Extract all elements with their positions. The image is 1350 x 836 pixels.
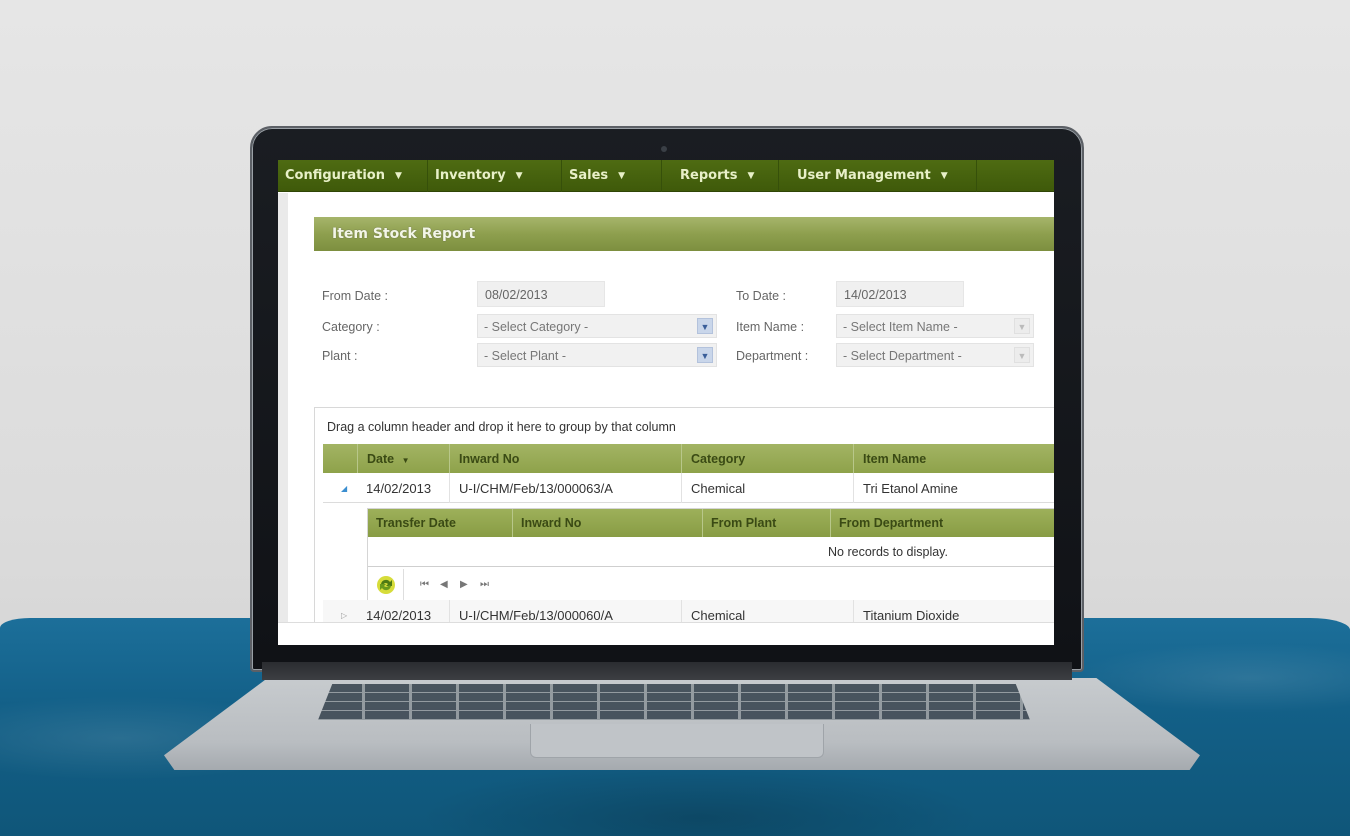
- column-header-from-plant[interactable]: From Plant: [702, 509, 830, 537]
- chevron-down-icon[interactable]: ▼: [697, 347, 713, 363]
- menu-label: Configuration: [285, 168, 385, 183]
- cell-item-name: Tri Etanol Amine: [853, 473, 1054, 503]
- chevron-down-icon[interactable]: ▼: [1014, 318, 1030, 334]
- menu-inventory[interactable]: Inventory ▼: [428, 160, 562, 192]
- from-date-label: From Date :: [322, 289, 388, 303]
- webcam-icon: [661, 146, 667, 152]
- to-date-input[interactable]: 14/02/2013: [836, 281, 964, 307]
- menu-configuration[interactable]: Configuration ▼: [278, 160, 428, 192]
- department-selected-value: - Select Department -: [843, 349, 962, 363]
- group-by-drop-zone[interactable]: Drag a column header and drop it here to…: [327, 420, 676, 434]
- last-page-icon[interactable]: ⏭: [480, 579, 489, 590]
- collapse-arrow-icon[interactable]: ▷: [341, 611, 347, 620]
- menu-sales[interactable]: Sales ▼: [562, 160, 662, 192]
- menu-label: User Management: [797, 168, 931, 183]
- laptop-hinge: [262, 662, 1072, 680]
- category-select[interactable]: - Select Category - ▼: [477, 314, 717, 338]
- caret-down-icon: ▼: [394, 170, 402, 181]
- table-row[interactable]: ◢ 14/02/2013 U-I/CHM/Feb/13/000063/A Che…: [323, 473, 1054, 503]
- caret-down-icon: ▼: [940, 170, 948, 181]
- detail-table: Transfer Date Inward No From Plant From …: [367, 508, 1054, 602]
- to-date-label: To Date :: [736, 289, 787, 303]
- menu-label: Reports: [680, 168, 738, 183]
- menu-reports[interactable]: Reports ▼: [662, 160, 779, 192]
- no-records-message: No records to display.: [368, 537, 1054, 567]
- column-header-transfer-date[interactable]: Transfer Date: [368, 509, 512, 537]
- column-header-from-department[interactable]: From Department: [830, 509, 1054, 537]
- cell-date: 14/02/2013: [366, 481, 432, 496]
- column-header-date[interactable]: Date ▼: [357, 444, 449, 473]
- chevron-down-icon[interactable]: ▼: [697, 318, 713, 334]
- item-name-selected-value: - Select Item Name -: [843, 320, 958, 334]
- plant-select[interactable]: - Select Plant - ▼: [477, 343, 717, 367]
- department-label: Department :: [736, 349, 809, 363]
- plant-label: Plant :: [322, 349, 358, 363]
- from-date-input[interactable]: 08/02/2013: [477, 281, 605, 307]
- item-name-label: Item Name :: [736, 320, 805, 334]
- stock-grid: Drag a column header and drop it here to…: [314, 407, 1054, 645]
- next-page-icon[interactable]: ▶: [460, 579, 468, 590]
- left-gutter: [278, 193, 288, 645]
- caret-down-icon: ▼: [515, 170, 523, 181]
- previous-page-icon[interactable]: ◀: [440, 579, 448, 590]
- column-header-item-name[interactable]: Item Name: [853, 444, 1054, 473]
- category-label: Category :: [322, 320, 380, 334]
- item-name-select[interactable]: - Select Item Name - ▼: [836, 314, 1034, 338]
- cell-category: Chemical: [681, 473, 853, 503]
- menu-user-management[interactable]: User Management ▼: [779, 160, 977, 192]
- first-page-icon[interactable]: ⏮: [420, 579, 429, 590]
- page-title: Item Stock Report: [314, 217, 1054, 251]
- detail-pager: ⏮ ◀ ▶ ⏭: [368, 569, 1054, 601]
- department-select[interactable]: - Select Department - ▼: [836, 343, 1034, 367]
- detail-header-row: Transfer Date Inward No From Plant From …: [368, 509, 1054, 537]
- caret-down-icon: ▼: [747, 170, 755, 181]
- laptop-screen: Configuration ▼ Inventory ▼ Sales ▼ Repo…: [278, 160, 1054, 645]
- chevron-down-icon[interactable]: ▼: [1014, 347, 1030, 363]
- laptop-keyboard: [318, 684, 1030, 720]
- refresh-icon: [376, 576, 395, 594]
- laptop-trackpad: [530, 724, 824, 758]
- column-header-inward-no[interactable]: Inward No: [512, 509, 702, 537]
- column-header-category[interactable]: Category: [681, 444, 853, 473]
- cell-inward-no: U-I/CHM/Feb/13/000063/A: [449, 473, 681, 503]
- category-selected-value: - Select Category -: [484, 320, 589, 334]
- menu-label: Inventory: [435, 168, 506, 183]
- main-menubar: Configuration ▼ Inventory ▼ Sales ▼ Repo…: [278, 160, 1054, 192]
- grid-header-row: Date ▼ Inward No Category Item Name: [323, 444, 1054, 473]
- caret-down-icon: ▼: [618, 170, 626, 181]
- column-header-label: Date: [367, 452, 395, 466]
- expand-arrow-icon[interactable]: ◢: [341, 484, 347, 493]
- menu-label: Sales: [569, 168, 609, 183]
- refresh-button[interactable]: [368, 569, 404, 601]
- sort-desc-icon: ▼: [401, 456, 410, 465]
- plant-selected-value: - Select Plant -: [484, 349, 566, 363]
- screen-bottom-area: [278, 622, 1054, 645]
- column-header-inward-no[interactable]: Inward No: [449, 444, 681, 473]
